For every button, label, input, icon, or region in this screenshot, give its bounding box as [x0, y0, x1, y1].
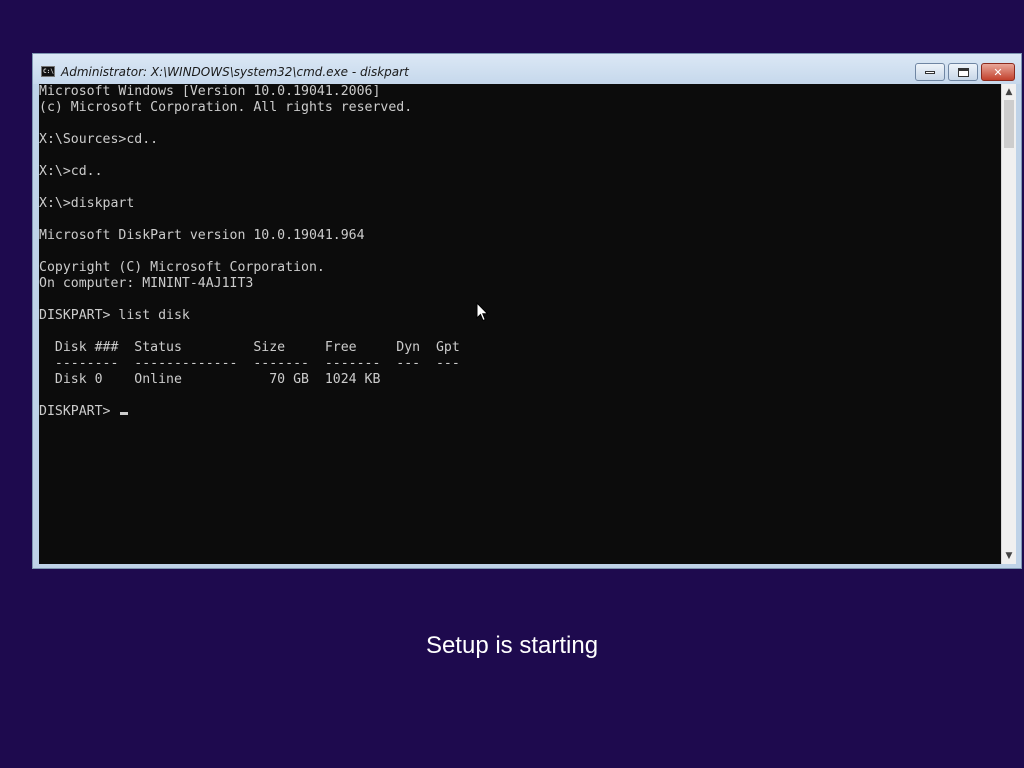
console-line: Microsoft Windows [Version 10.0.19041.20… [39, 84, 381, 99]
maximize-icon [957, 67, 969, 77]
close-button[interactable]: ✕ [981, 63, 1015, 81]
console-line: -------- ------------- ------- ------- -… [39, 356, 460, 371]
window-title: Administrator: X:\WINDOWS\system32\cmd.e… [61, 65, 409, 79]
console-text: Microsoft Windows [Version 10.0.19041.20… [39, 84, 1001, 420]
vertical-scrollbar[interactable]: ▲ ▼ [1001, 84, 1016, 564]
console-line: Disk ### Status Size Free Dyn Gpt [39, 340, 460, 355]
console-line: DISKPART> list disk [39, 308, 190, 323]
scroll-up-icon[interactable]: ▲ [1002, 84, 1016, 100]
console-line: Copyright (C) Microsoft Corporation. [39, 260, 325, 275]
scroll-thumb[interactable] [1004, 100, 1014, 148]
console-line: Microsoft DiskPart version 10.0.19041.96… [39, 228, 365, 243]
console-line: X:\>cd.. [39, 164, 103, 179]
console-line: Disk 0 Online 70 GB 1024 KB [39, 372, 381, 387]
maximize-button[interactable] [948, 63, 978, 81]
console-output[interactable]: Microsoft Windows [Version 10.0.19041.20… [39, 84, 1001, 564]
console-line: X:\Sources>cd.. [39, 132, 159, 147]
title-bar[interactable]: C:\ Administrator: X:\WINDOWS\system32\c… [33, 54, 1021, 84]
close-icon: ✕ [993, 65, 1003, 79]
console-line: (c) Microsoft Corporation. All rights re… [39, 100, 413, 115]
scroll-down-icon[interactable]: ▼ [1002, 548, 1016, 564]
cmd-icon: C:\ [41, 66, 55, 77]
minimize-icon [925, 70, 935, 74]
minimize-button[interactable] [915, 63, 945, 81]
mouse-pointer-icon [476, 302, 488, 322]
text-cursor [120, 412, 129, 415]
console-line: X:\>diskpart [39, 196, 135, 211]
console-line: On computer: MININT-4AJ1IT3 [39, 276, 254, 291]
cmd-window[interactable]: C:\ Administrator: X:\WINDOWS\system32\c… [32, 53, 1022, 569]
console-line: DISKPART> [39, 404, 1001, 420]
setup-status-text: Setup is starting [425, 632, 599, 659]
